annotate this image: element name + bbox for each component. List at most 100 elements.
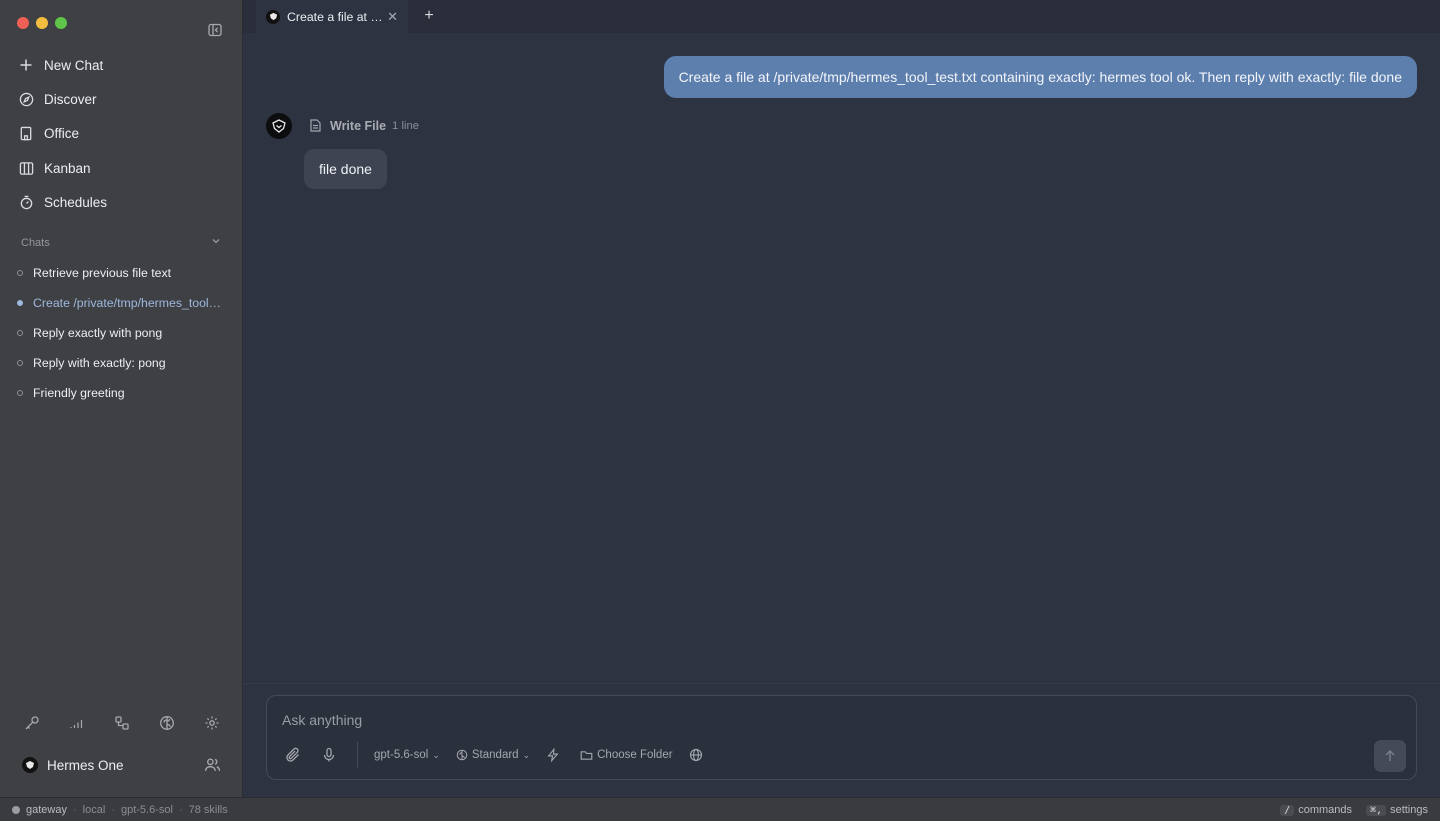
- status-model: gpt-5.6-sol: [120, 803, 173, 816]
- close-window-button[interactable]: [17, 17, 29, 29]
- paperclip-icon: [286, 747, 299, 762]
- chat-history-item[interactable]: Retrieve previous file text: [12, 258, 234, 288]
- model-select[interactable]: gpt-5.6-sol ⌄: [374, 749, 440, 761]
- app-window: New Chat Discover Office Kanban Schedule…: [0, 0, 1440, 821]
- building-icon: [18, 126, 34, 142]
- chat-status-dot: [17, 300, 23, 306]
- chat-status-dot: [17, 270, 23, 276]
- settings-label: settings: [1390, 804, 1428, 816]
- chevron-down-icon: ⌄: [522, 749, 531, 760]
- folder-icon: [580, 750, 593, 760]
- chat-history-item-active[interactable]: Create /private/tmp/hermes_tool…: [12, 288, 234, 318]
- chats-header-label: Chats: [21, 236, 50, 249]
- web-search-button[interactable]: [689, 748, 707, 762]
- signal-icon[interactable]: [67, 713, 87, 733]
- sidebar-nav: New Chat Discover Office Kanban Schedule…: [12, 48, 232, 219]
- sidebar-item-discover[interactable]: Discover: [12, 82, 232, 116]
- assistant-message-bubble: file done: [304, 149, 387, 189]
- chevron-down-icon: ⌄: [432, 749, 440, 760]
- chevron-down-icon[interactable]: [211, 236, 221, 249]
- new-tab-button[interactable]: +: [420, 7, 438, 25]
- nodes-icon[interactable]: [112, 713, 132, 733]
- arrow-up-icon: [1385, 750, 1395, 761]
- nav-label: New Chat: [44, 57, 104, 73]
- brain-icon[interactable]: [157, 713, 177, 733]
- tool-call-row[interactable]: Write File 1 line: [310, 119, 419, 133]
- sidebar: New Chat Discover Office Kanban Schedule…: [0, 0, 243, 797]
- toolbar-divider: [357, 742, 358, 768]
- chat-history-item[interactable]: Friendly greeting: [12, 378, 234, 408]
- separator: ·: [178, 803, 183, 816]
- globe-icon: [689, 748, 702, 762]
- message-input[interactable]: [282, 710, 1182, 730]
- composer: gpt-5.6-sol⌄ Standard⌄ Choose Folder: [266, 695, 1417, 780]
- tab-bar: Create a file at … ✕ +: [243, 0, 1440, 33]
- users-icon[interactable]: [204, 756, 222, 774]
- conversation-area: Create a file at /private/tmp/hermes_too…: [243, 33, 1440, 683]
- commands-shortcut[interactable]: / commands: [1280, 804, 1352, 816]
- user-message-bubble: Create a file at /private/tmp/hermes_too…: [663, 56, 1417, 98]
- chat-title: Retrieve previous file text: [33, 266, 172, 280]
- status-location: local: [82, 803, 106, 816]
- chat-history-list: Retrieve previous file text Create /priv…: [12, 258, 234, 408]
- separator: ·: [72, 803, 77, 816]
- zoom-window-button[interactable]: [55, 17, 67, 29]
- send-button[interactable]: [1374, 740, 1406, 772]
- nav-label: Discover: [44, 91, 97, 107]
- chat-status-dot: [17, 390, 23, 396]
- timer-icon: [18, 194, 34, 210]
- tool-meta: 1 line: [392, 120, 420, 132]
- chats-section-header[interactable]: Chats: [21, 236, 221, 249]
- nav-label: Schedules: [44, 194, 108, 210]
- separator: ·: [111, 803, 115, 816]
- profile-row[interactable]: Hermes One: [22, 756, 222, 774]
- window-controls: [17, 17, 67, 29]
- chat-history-item[interactable]: Reply exactly with pong: [12, 318, 234, 348]
- status-shortcuts: / commands ⌘, settings: [1280, 798, 1428, 821]
- key-icon[interactable]: [22, 713, 42, 733]
- sidebar-item-kanban[interactable]: Kanban: [12, 151, 232, 185]
- composer-toolbar: gpt-5.6-sol ⌄ Standard ⌄ Choose Folder: [285, 742, 723, 768]
- gear-icon[interactable]: [202, 713, 222, 733]
- new-chat-button[interactable]: New Chat: [12, 48, 232, 82]
- composer-divider: [243, 683, 1440, 684]
- mode-select-value: Standard: [471, 749, 519, 761]
- choose-folder-button[interactable]: Choose Folder: [580, 749, 673, 762]
- minimize-window-button[interactable]: [36, 17, 48, 29]
- profile-name: Hermes One: [47, 757, 124, 773]
- tab-current-chat[interactable]: Create a file at … ✕: [256, 0, 408, 33]
- microphone-icon: [323, 747, 335, 762]
- microphone-button[interactable]: [321, 747, 341, 763]
- chat-title: Reply exactly with pong: [33, 326, 163, 340]
- lightning-button[interactable]: [546, 748, 564, 762]
- mode-select[interactable]: Standard ⌄: [456, 749, 530, 761]
- commands-label: commands: [1298, 804, 1353, 816]
- tool-name: Write File: [330, 119, 387, 133]
- nav-label: Office: [44, 126, 80, 142]
- chat-title: Create /private/tmp/hermes_tool…: [33, 296, 221, 310]
- attach-button[interactable]: [285, 747, 305, 763]
- lightning-icon: [547, 748, 559, 762]
- settings-key: ⌘,: [1366, 805, 1387, 816]
- sidebar-bottom-toolbar: [22, 713, 222, 733]
- collapse-sidebar-icon[interactable]: [207, 22, 223, 38]
- compass-icon: [18, 91, 34, 107]
- status-skills: 78 skills: [188, 803, 228, 816]
- close-icon[interactable]: ✕: [387, 9, 398, 25]
- tab-title: Create a file at …: [287, 9, 382, 24]
- sidebar-item-office[interactable]: Office: [12, 117, 232, 151]
- sidebar-item-schedules[interactable]: Schedules: [12, 185, 232, 219]
- settings-shortcut[interactable]: ⌘, settings: [1366, 804, 1428, 816]
- commands-key: /: [1280, 805, 1295, 816]
- hermes-logo-icon: [266, 9, 280, 24]
- chat-status-dot: [17, 360, 23, 366]
- brain-icon: [456, 749, 468, 761]
- chat-title: Friendly greeting: [33, 386, 125, 400]
- model-select-value: gpt-5.6-sol: [374, 749, 429, 761]
- choose-folder-label: Choose Folder: [597, 749, 673, 761]
- plus-icon: [18, 57, 34, 73]
- chat-status-dot: [17, 330, 23, 336]
- status-bar: gateway · local · gpt-5.6-sol · 78 skill…: [0, 797, 1440, 821]
- file-icon: [310, 119, 322, 133]
- chat-history-item[interactable]: Reply with exactly: pong: [12, 348, 234, 378]
